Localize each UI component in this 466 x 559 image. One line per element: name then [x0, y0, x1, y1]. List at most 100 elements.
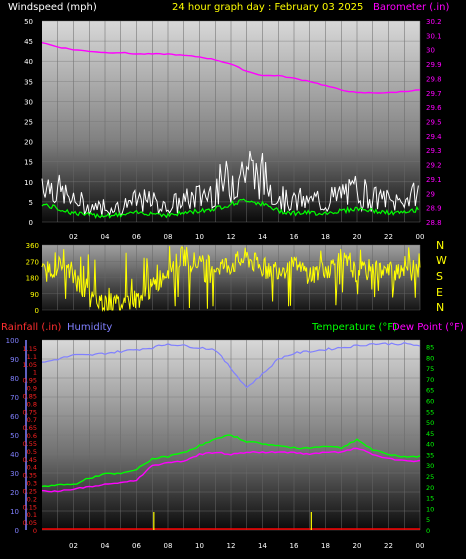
humidity-tick-label: 90: [10, 356, 19, 364]
humidity-tick-label: 80: [10, 375, 19, 383]
temp-tick-label: 55: [426, 408, 434, 416]
baro-tick-label: 30.1: [426, 32, 442, 40]
temp-tick-label: 30: [426, 462, 434, 470]
rain-tick-label: 0.4: [27, 464, 37, 472]
dewpoint-title: Dew Point (°F): [392, 322, 464, 333]
temp-tick-label: 40: [426, 441, 434, 449]
baro-tick-label: 29.3: [426, 147, 442, 155]
wind-tick-label: 20: [24, 139, 33, 147]
humidity-tick-label: 50: [10, 432, 19, 440]
temp-tick-label: 15: [426, 495, 434, 503]
temp-tick-label: 25: [426, 473, 434, 481]
rain-tick-label: 1.1: [27, 353, 37, 361]
compass-n-top: N: [436, 239, 444, 252]
dir-tick-label: 90: [30, 291, 39, 299]
x-tick-label-bottom: 14: [258, 542, 267, 550]
wind-tick-label: 0: [29, 219, 33, 227]
temp-tick-label: 65: [426, 387, 434, 395]
rain-tick-label: 0.65: [23, 424, 37, 432]
dir-tick-label: 360: [26, 242, 39, 250]
humidity-tick-label: 100: [6, 337, 19, 345]
baro-tick-label: 29.6: [426, 104, 442, 112]
rain-tick-label: 0.85: [23, 392, 37, 400]
x-tick-label-bottom: 18: [321, 542, 330, 550]
compass-w: W: [436, 254, 447, 267]
temp-tick-label: 85: [426, 343, 434, 351]
wind-tick-label: 35: [24, 78, 33, 86]
rain-tick-label: 0.3: [27, 480, 37, 488]
wind-tick-label: 40: [24, 58, 33, 66]
rain-tick-label: 0.75: [23, 408, 37, 416]
chart-canvas: 0202040406060808101012121414161618182020…: [1, 2, 464, 550]
rain-tick-label: 0.35: [23, 472, 37, 480]
wind-tick-label: 15: [24, 159, 33, 167]
rain-tick-label: 0.45: [23, 456, 37, 464]
x-tick-label-top: 00: [416, 233, 425, 241]
wind-tick-label: 30: [24, 98, 33, 106]
baro-tick-label: 29: [426, 190, 435, 198]
rain-tick-label: 1.15: [23, 345, 37, 353]
rain-tick-label: 0.25: [23, 487, 37, 495]
x-tick-label-top: 04: [101, 233, 110, 241]
rain-tick-label: 0.2: [27, 495, 37, 503]
humidity-tick-label: 10: [10, 508, 19, 516]
temp-tick-label: 45: [426, 430, 434, 438]
rain-tick-label: 0.5: [27, 448, 37, 456]
temp-tick-label: 80: [426, 354, 434, 362]
dir-tick-label: 180: [26, 275, 39, 283]
baro-tick-label: 28.8: [426, 219, 442, 227]
rain-tick-label: 0.8: [27, 400, 37, 408]
rain-tick-label: 0.55: [23, 440, 37, 448]
baro-tick-label: 30: [426, 47, 435, 55]
wind-tick-label: 25: [24, 119, 33, 127]
compass-n-bottom: N: [436, 301, 444, 314]
rain-tick-label: 0.1: [27, 511, 37, 519]
baro-tick-label: 29.7: [426, 90, 442, 98]
humidity-tick-label: 70: [10, 394, 19, 402]
compass-s: S: [436, 270, 443, 283]
x-tick-label-top: 06: [132, 233, 141, 241]
temp-tick-label: 20: [426, 484, 434, 492]
compass-e: E: [436, 286, 443, 299]
rain-tick-label: 0.05: [23, 519, 37, 527]
barometer-title: Barometer (.in): [373, 2, 449, 13]
x-tick-label-top: 18: [321, 233, 330, 241]
baro-tick-label: 29.9: [426, 61, 442, 69]
x-tick-label-top: 14: [258, 233, 267, 241]
x-tick-label-bottom: 04: [101, 542, 110, 550]
baro-tick-label: 29.2: [426, 162, 442, 170]
temp-tick-label: 5: [426, 516, 430, 524]
rain-tick-label: 0.15: [23, 503, 37, 511]
x-tick-label-bottom: 22: [384, 542, 393, 550]
humidity-tick-label: 60: [10, 413, 19, 421]
x-tick-label-bottom: 02: [69, 542, 78, 550]
rain-tick-label: 0.6: [27, 432, 37, 440]
humidity-tick-label: 30: [10, 470, 19, 478]
humidity-tick-label: 40: [10, 451, 19, 459]
rain-tick-label: 0.9: [27, 385, 37, 393]
rain-tick-label: 0: [33, 527, 37, 535]
x-tick-label-bottom: 00: [416, 542, 425, 550]
temperature-title: Temperature (°F): [311, 322, 397, 333]
baro-tick-label: 30.2: [426, 18, 442, 26]
x-tick-label-bottom: 16: [290, 542, 299, 550]
baro-tick-label: 29.5: [426, 119, 442, 127]
baro-tick-label: 29.1: [426, 176, 442, 184]
dir-tick-label: 270: [26, 258, 39, 266]
rain-tick-label: 1.05: [23, 361, 37, 369]
x-tick-label-top: 16: [290, 233, 299, 241]
rain-tick-label: 0.95: [23, 377, 37, 385]
baro-tick-label: 29.8: [426, 75, 442, 83]
weather-graph: 02 02 04 04 06 06 08 08 10 10 12 12 14 14 16 16 18 18 20 20…: [0, 0, 466, 555]
dir-tick-label: 0: [35, 307, 39, 315]
humidity-tick-label: 20: [10, 489, 19, 497]
temp-tick-label: 75: [426, 365, 434, 373]
x-tick-label-bottom: 20: [353, 542, 362, 550]
temp-tick-label: 70: [426, 376, 434, 384]
wind-tick-label: 5: [29, 199, 33, 207]
temp-tick-label: 60: [426, 397, 434, 405]
baro-tick-label: 28.9: [426, 205, 442, 213]
wind-tick-label: 10: [24, 179, 33, 187]
temp-tick-label: 35: [426, 451, 434, 459]
x-tick-label-top: 08: [164, 233, 173, 241]
